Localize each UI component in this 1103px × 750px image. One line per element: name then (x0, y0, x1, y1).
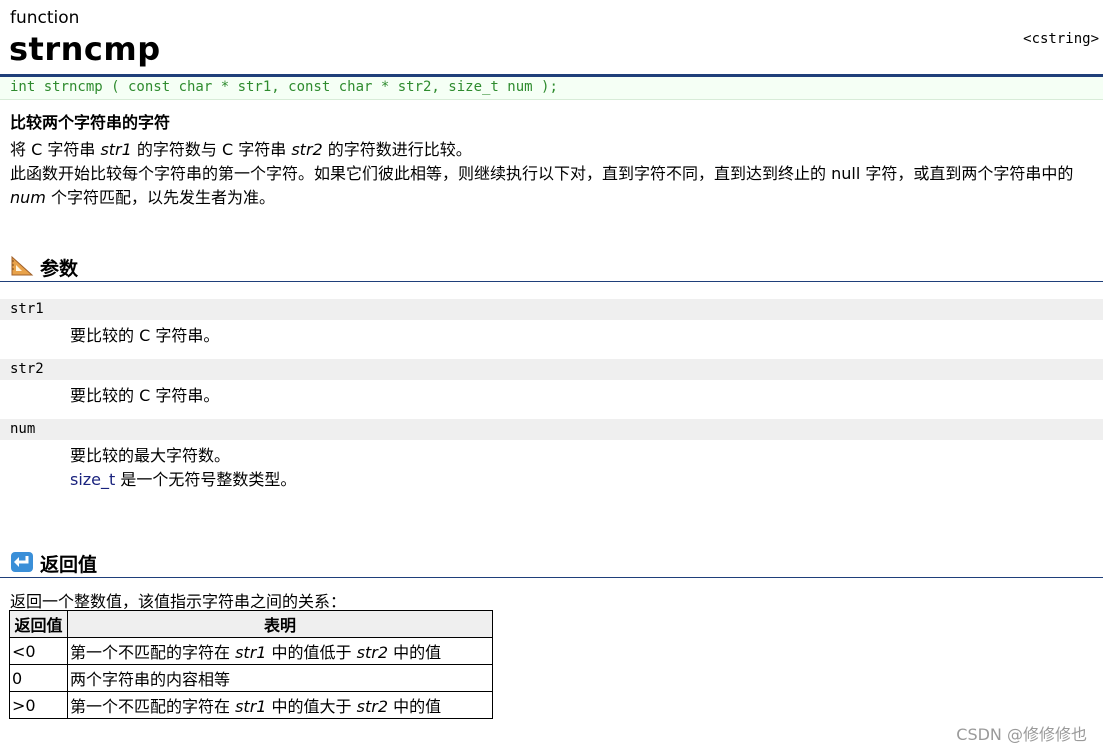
params-heading: 参数 (0, 252, 1103, 282)
prototype: int strncmp ( const char * str1, const c… (0, 74, 1103, 100)
meaning-cell: 第一个不匹配的字符在 str1 中的值大于 str2 中的值 (67, 691, 493, 719)
params-title: 参数 (40, 258, 79, 280)
size-t-link[interactable]: size_t (70, 470, 115, 489)
cell-text: 两个字符串的内容相等 (70, 670, 231, 689)
param-desc-str2: 要比较的 C 字符串。 (70, 386, 220, 405)
return-arrow-icon (11, 552, 33, 572)
var-str2: str2 (356, 697, 389, 716)
table-row: <0 第一个不匹配的字符在 str1 中的值低于 str2 中的值 (9, 637, 493, 665)
return-title: 返回值 (40, 554, 98, 576)
desc-text: 的字符数进行比较。 (322, 140, 472, 159)
var-str2: str2 (291, 140, 323, 159)
param-note-text: 是一个无符号整数类型。 (115, 470, 297, 489)
table-row: 0 两个字符串的内容相等 (9, 664, 493, 692)
param-desc-num: 要比较的最大字符数。 (70, 446, 231, 465)
triangle-ruler-icon (11, 255, 34, 276)
var-str1: str1 (100, 140, 132, 159)
param-name-num: num (0, 419, 1103, 440)
var-str1: str1 (235, 643, 267, 662)
var-str2: str2 (356, 643, 389, 662)
meaning-cell: 第一个不匹配的字符在 str1 中的值低于 str2 中的值 (67, 637, 493, 665)
cell-text: 中的值大于 (266, 697, 357, 716)
cell-text: 中的值低于 (266, 643, 357, 662)
col-header-meaning: 表明 (67, 610, 493, 638)
page-title: strncmp (9, 30, 161, 68)
cell-text: 第一个不匹配的字符在 (70, 643, 236, 662)
var-str1: str1 (235, 697, 267, 716)
return-heading: 返回值 (0, 548, 1103, 578)
return-value-cell: >0 (9, 691, 68, 719)
desc-text: 个字符匹配，以先发生者为准。 (45, 188, 275, 207)
return-value-cell: 0 (9, 664, 68, 692)
return-table: 返回值 表明 <0 第一个不匹配的字符在 str1 中的值低于 str2 中的值… (9, 610, 493, 719)
desc-text: 此函数开始比较每个字符串的第一个字符。如果它们彼此相等，则继续执行以下对，直到字… (10, 164, 1074, 183)
header-link[interactable]: <cstring> (1023, 31, 1099, 47)
description-line-1: 将 C 字符串 str1 的字符数与 C 字符串 str2 的字符数进行比较。 (10, 138, 1100, 162)
cell-text: 第一个不匹配的字符在 (70, 697, 236, 716)
cell-text: 中的值 (388, 697, 442, 716)
table-header-row: 返回值 表明 (9, 610, 493, 638)
function-kind-label: function (10, 8, 80, 28)
param-note-num: size_t 是一个无符号整数类型。 (70, 466, 296, 490)
desc-text: 的字符数与 C 字符串 (131, 140, 292, 159)
var-num: num (10, 188, 46, 207)
summary: 比较两个字符串的字符 (10, 113, 171, 132)
meaning-cell: 两个字符串的内容相等 (67, 664, 493, 692)
return-value-cell: <0 (9, 637, 68, 665)
desc-text: 将 C 字符串 (10, 140, 101, 159)
watermark: CSDN @修修修也 (956, 725, 1087, 744)
return-intro: 返回一个整数值，该值指示字符串之间的关系： (10, 592, 347, 611)
table-row: >0 第一个不匹配的字符在 str1 中的值大于 str2 中的值 (9, 691, 493, 719)
description: 将 C 字符串 str1 的字符数与 C 字符串 str2 的字符数进行比较。 … (10, 138, 1100, 210)
param-name-str2: str2 (0, 359, 1103, 380)
param-name-str1: str1 (0, 299, 1103, 320)
param-desc-str1: 要比较的 C 字符串。 (70, 326, 220, 345)
col-header-return-value: 返回值 (9, 610, 68, 638)
cell-text: 中的值 (388, 643, 442, 662)
description-line-2: 此函数开始比较每个字符串的第一个字符。如果它们彼此相等，则继续执行以下对，直到字… (10, 162, 1100, 210)
